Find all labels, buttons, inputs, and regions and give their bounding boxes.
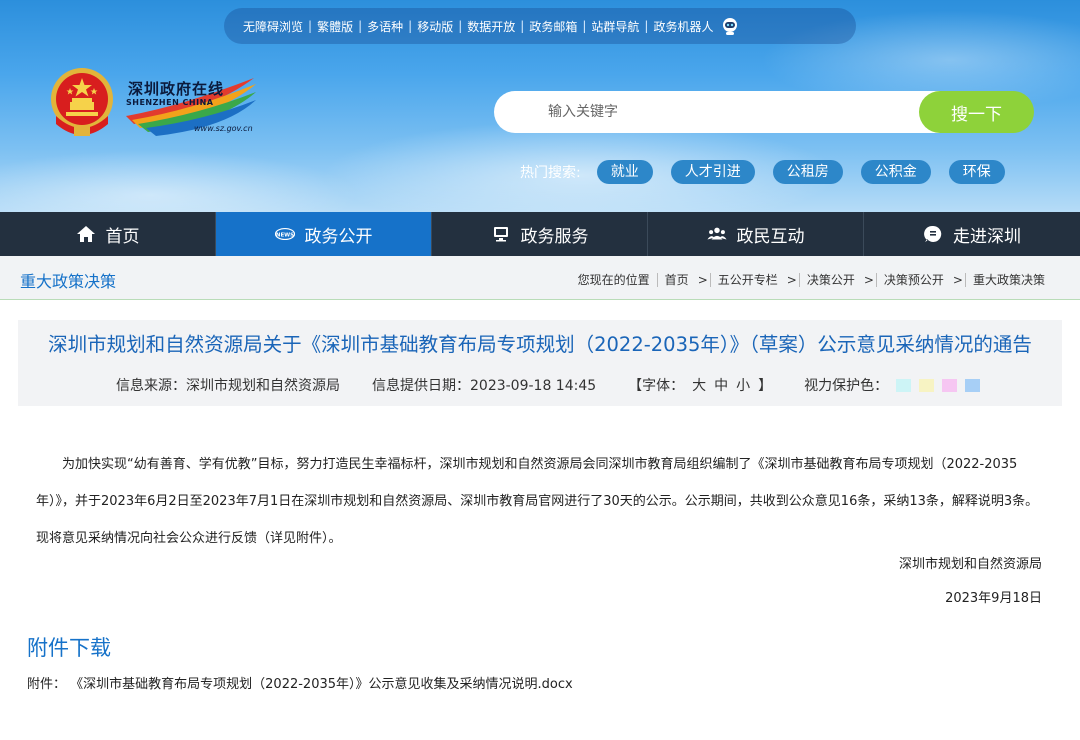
top-link-site-nav[interactable]: 站群导航: [586, 18, 644, 35]
site-header: 无障碍浏览 | 繁體版 | 多语种 | 移动版 | 数据开放 | 政务邮箱 | …: [0, 0, 1080, 212]
site-logo[interactable]: 深圳政府在线 SHENZHEN CHINA www.sz.gov.cn: [122, 76, 262, 138]
font-size-large[interactable]: 大: [692, 375, 706, 395]
eye-color-cyan[interactable]: [896, 378, 912, 392]
breadcrumb-link-pre-open[interactable]: 决策预公开: [877, 271, 951, 288]
news-icon: NEWS: [274, 228, 295, 240]
breadcrumb-bar: 重大政策决策 您现在的位置 首页 > 五公开专栏 > 决策公开 > 决策预公开 …: [0, 256, 1080, 300]
attachment-prefix: 附件：: [27, 677, 67, 692]
robot-icon[interactable]: [720, 17, 740, 35]
eye-color-blue[interactable]: [965, 378, 981, 392]
breadcrumb-link-five-open[interactable]: 五公开专栏: [711, 271, 785, 288]
eye-care-label: 视力保护色：: [804, 378, 889, 394]
attachment-row: 附件： 《深圳市基础教育布局专项规划（2022-2035年）》公示意见收集及采纳…: [27, 673, 573, 692]
logo-url: www.sz.gov.cn: [194, 124, 253, 133]
nav-item-interaction[interactable]: 政民互动: [648, 212, 864, 256]
nav-item-home[interactable]: 首页: [0, 212, 216, 256]
section-title: 重大政策决策: [20, 272, 117, 291]
breadcrumb-arrow: >: [952, 272, 963, 287]
signature-org: 深圳市规划和自然资源局: [898, 557, 1042, 572]
info-source: 信息来源：深圳市规划和自然资源局: [116, 378, 340, 394]
attachment-link[interactable]: 《深圳市基础教育布局专项规划（2022-2035年）》公示意见收集及采纳情况说明…: [70, 677, 573, 692]
eye-color-pink[interactable]: [942, 378, 958, 392]
top-link-robot[interactable]: 政务机器人: [648, 18, 718, 35]
search-input[interactable]: [494, 91, 954, 133]
nav-item-gov-services[interactable]: 政务服务: [432, 212, 648, 256]
header-cloud: [0, 150, 360, 212]
hot-tag-employment[interactable]: 就业: [596, 160, 653, 184]
national-emblem-icon: [51, 68, 113, 136]
breadcrumb: 您现在的位置 首页 > 五公开专栏 > 决策公开 > 决策预公开 > 重大政策决…: [571, 271, 1052, 288]
hot-tag-public-housing[interactable]: 公租房: [772, 160, 843, 184]
home-icon: [76, 226, 95, 242]
nav-item-label: 首页: [105, 226, 140, 247]
signature-date: 2023年9月18日: [945, 591, 1042, 606]
search-button[interactable]: 搜一下: [919, 91, 1034, 133]
top-link-open-data[interactable]: 数据开放: [462, 18, 520, 35]
breadcrumb-link-decision-open[interactable]: 决策公开: [800, 271, 862, 288]
article-title: 深圳市规划和自然资源局关于《深圳市基础教育布局专项规划（2022-2035年）》…: [48, 333, 1032, 356]
search-box: 搜一下: [494, 91, 1034, 133]
info-icon: [924, 225, 942, 242]
people-icon: [706, 227, 727, 240]
nav-item-label: 走进深圳: [953, 226, 1021, 247]
eye-color-yellow[interactable]: [919, 378, 935, 392]
hot-tag-environment[interactable]: 环保: [948, 160, 1005, 184]
hot-tag-housing-fund[interactable]: 公积金: [860, 160, 931, 184]
font-size-small[interactable]: 小: [736, 375, 750, 395]
logo-text-cn: 深圳政府在线: [128, 80, 225, 98]
breadcrumb-link-major-policy[interactable]: 重大政策决策: [966, 271, 1052, 288]
font-size-medium[interactable]: 中: [714, 375, 728, 395]
attachment-title: 附件下载: [27, 636, 111, 660]
font-size-label: 【字体：: [628, 378, 685, 394]
top-link-languages[interactable]: 多语种: [362, 18, 408, 35]
nav-item-shenzhen[interactable]: 走进深圳: [864, 212, 1080, 256]
breadcrumb-arrow: >: [786, 272, 797, 287]
breadcrumb-link-home[interactable]: 首页: [658, 271, 696, 288]
logo-text-en: SHENZHEN CHINA: [126, 98, 214, 107]
nav-item-label: 政务公开: [304, 226, 373, 247]
breadcrumb-arrow: >: [697, 272, 708, 287]
article-paragraph: 为加快实现“幼有善育、学有优教”目标，努力打造民生幸福标杆，深圳市规划和自然资源…: [36, 457, 1039, 546]
svg-text:NEWS: NEWS: [275, 232, 293, 238]
nav-item-label: 政务服务: [520, 226, 589, 247]
top-link-traditional[interactable]: 繁體版: [312, 18, 358, 35]
breadcrumb-arrow: >: [863, 272, 874, 287]
article-meta: 信息来源：深圳市规划和自然资源局 信息提供日期：2023-09-18 14:45…: [116, 375, 981, 395]
hot-tag-talent[interactable]: 人才引进: [670, 160, 755, 184]
font-size-close: 】: [758, 378, 773, 394]
article-header: 深圳市规划和自然资源局关于《深圳市基础教育布局专项规划（2022-2035年）》…: [18, 320, 1062, 406]
nav-item-gov-affairs[interactable]: NEWS 政务公开: [216, 212, 432, 256]
breadcrumb-label: 您现在的位置: [577, 273, 650, 287]
nav-item-label: 政民互动: [736, 226, 805, 247]
top-links-bar: 无障碍浏览 | 繁體版 | 多语种 | 移动版 | 数据开放 | 政务邮箱 | …: [224, 8, 856, 44]
top-link-mobile[interactable]: 移动版: [412, 18, 458, 35]
hot-search: 热门搜索: 就业 人才引进 公租房 公积金 环保: [520, 159, 1023, 185]
top-link-accessibility[interactable]: 无障碍浏览: [238, 18, 308, 35]
article-body: 为加快实现“幼有善育、学有优教”目标，努力打造民生幸福标杆，深圳市规划和自然资源…: [36, 446, 1042, 557]
main-nav: 首页 NEWS 政务公开 政务服务 政民互动 走进深圳: [0, 212, 1080, 256]
hot-search-label: 热门搜索:: [520, 165, 581, 181]
top-link-gov-mail[interactable]: 政务邮箱: [524, 18, 582, 35]
info-date: 信息提供日期：2023-09-18 14:45: [372, 378, 597, 394]
monitor-icon: [493, 227, 508, 242]
